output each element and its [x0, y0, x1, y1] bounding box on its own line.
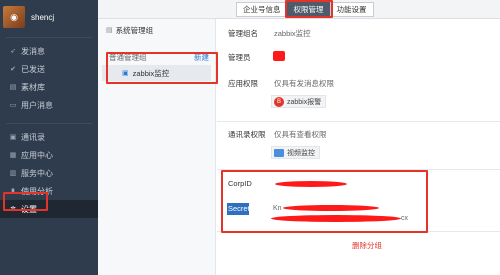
credentials-highlight — [221, 170, 428, 233]
permissions-tab-highlight — [285, 0, 333, 18]
user-area[interactable]: ◉ shencj — [0, 0, 98, 34]
contacts-permission-label: 通讯录权限 — [228, 130, 266, 139]
apps-icon: ▦ — [9, 152, 17, 159]
tab-enterprise-info[interactable]: 企业号信息 — [236, 2, 288, 17]
app-permission-label: 应用权限 — [228, 79, 258, 88]
sidebar-item-label: 通讯录 — [21, 132, 45, 142]
app-chip-label: zabbix报警 — [287, 98, 322, 106]
divider — [217, 121, 500, 122]
sidebar-divider — [6, 123, 92, 124]
document-icon: ▤ — [106, 27, 113, 34]
folder-icon — [274, 148, 284, 157]
group-detail-panel: 管理组名 zabbix监控 管理员 应用权限 仅具有发消息权限 B zabbix… — [217, 19, 500, 275]
avatar[interactable]: ◉ — [3, 6, 25, 28]
contacts-chip-label: 视频监控 — [287, 149, 315, 157]
send-icon: ➶ — [10, 48, 16, 55]
app-chip-zabbix[interactable]: B zabbix报警 — [271, 95, 327, 108]
group-list-highlight — [106, 52, 218, 84]
sidebar-item-label: 发消息 — [21, 46, 45, 56]
sent-icon: ✔ — [10, 66, 16, 73]
tab-feature-settings[interactable]: 功能设置 — [329, 2, 374, 17]
sidebar-item-apps[interactable]: ▦ 应用中心 — [0, 146, 98, 164]
sidebar: ◉ shencj ➶ 发消息 ✔ 已发送 ▤ 素材库 ▭ 用户消息 ▣ 通讯录 … — [0, 0, 98, 275]
contacts-chip-video[interactable]: 视频监控 — [271, 146, 320, 159]
sidebar-item-label: 已发送 — [21, 64, 45, 74]
app-badge-icon: B — [274, 96, 284, 107]
message-icon: ▭ — [9, 102, 17, 109]
sidebar-item-label: 素材库 — [21, 82, 45, 92]
sidebar-item-service[interactable]: ▥ 服务中心 — [0, 164, 98, 182]
system-group[interactable]: ▤ 系统管理组 — [98, 19, 215, 41]
settings-highlight — [3, 192, 48, 211]
contacts-permission-value: 仅具有查看权限 — [274, 130, 327, 139]
group-name-value: zabbix监控 — [274, 29, 311, 38]
group-name-label: 管理组名 — [228, 29, 258, 38]
app-permission-value: 仅具有发消息权限 — [274, 79, 334, 88]
sidebar-divider — [6, 37, 92, 38]
username: shencj — [31, 12, 55, 22]
sidebar-item-label: 用户消息 — [21, 100, 53, 110]
admin-label: 管理员 — [228, 53, 251, 62]
sidebar-item-user-messages[interactable]: ▭ 用户消息 — [0, 96, 98, 114]
delete-group-link[interactable]: 删除分组 — [352, 240, 382, 251]
sidebar-item-contacts[interactable]: ▣ 通讯录 — [0, 128, 98, 146]
sidebar-item-label: 应用中心 — [21, 150, 53, 160]
sidebar-item-label: 服务中心 — [21, 168, 53, 178]
service-icon: ▥ — [9, 170, 17, 177]
sidebar-item-library[interactable]: ▤ 素材库 — [0, 78, 98, 96]
redaction-mark — [273, 51, 285, 61]
sidebar-item-send-message[interactable]: ➶ 发消息 — [0, 42, 98, 60]
system-group-label: 系统管理组 — [115, 25, 154, 35]
contacts-icon: ▣ — [9, 134, 17, 141]
library-icon: ▤ — [9, 84, 17, 91]
sidebar-item-sent[interactable]: ✔ 已发送 — [0, 60, 98, 78]
